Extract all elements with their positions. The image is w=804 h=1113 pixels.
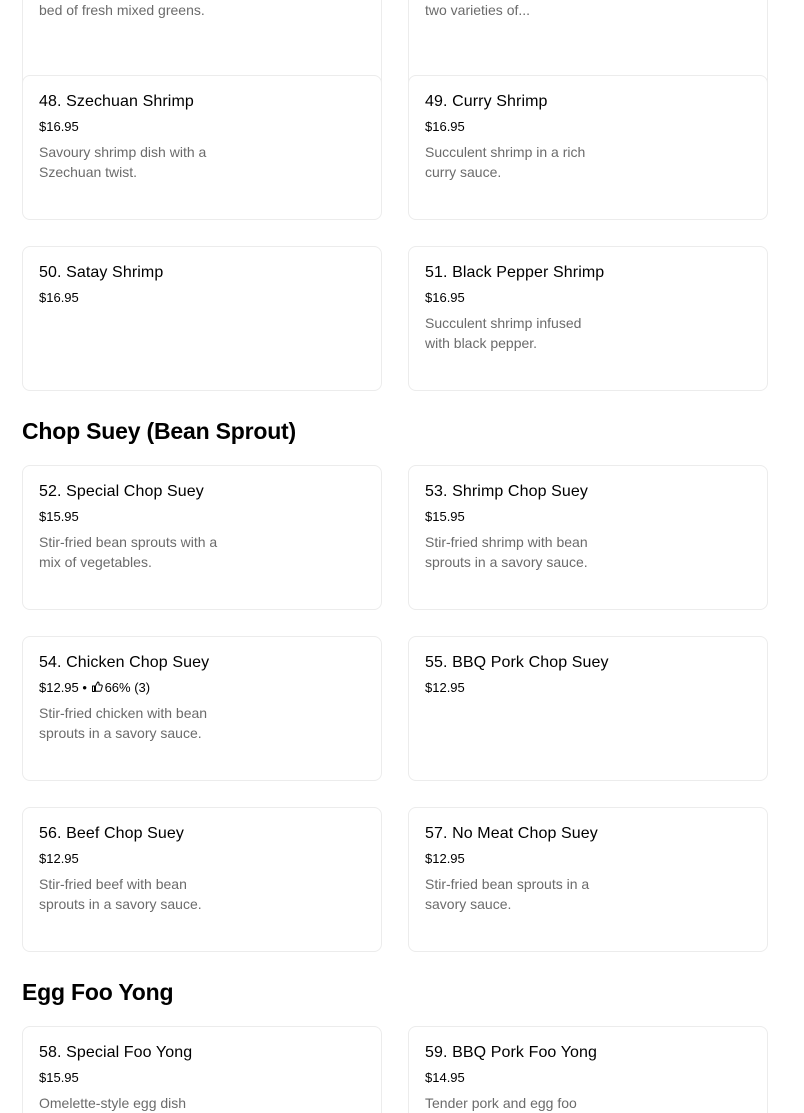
menu-item-name: 49. Curry Shrimp — [425, 93, 548, 110]
menu-item-description: Succulent shrimp in a rich curry sauce. — [425, 144, 586, 180]
menu-item-description: Succulent shrimp infused with black pepp… — [425, 315, 582, 351]
menu-item-description: Succulent shrimp served on a bed of fres… — [39, 2, 205, 18]
menu-item-card[interactable]: 54. Chicken Chop Suey $12.95 • 66% (3) S… — [22, 636, 382, 781]
section-heading-egg-foo-yong: Egg Foo Yong — [22, 979, 174, 1005]
menu-item-card[interactable]: 51. Black Pepper Shrimp $16.95 Succulent… — [408, 246, 768, 391]
menu-item-price: $16.95 — [39, 290, 79, 305]
menu-item-price-row: $12.95 • 66% (3) — [39, 680, 150, 696]
menu-item-description: Tender pork and egg foo — [425, 1095, 577, 1111]
menu-item-price: $12.95 — [39, 680, 79, 695]
menu-item-description: Stir-fried bean sprouts with a mix of ve… — [39, 534, 218, 570]
menu-item-card[interactable]: 55. BBQ Pork Chop Suey $12.95 — [408, 636, 768, 781]
menu-item-name: 50. Satay Shrimp — [39, 264, 164, 281]
menu-item-price: $14.95 — [425, 1070, 465, 1085]
menu-item-price: $15.95 — [39, 509, 79, 524]
menu-item-name: 51. Black Pepper Shrimp — [425, 264, 605, 281]
menu-item-price: $12.95 — [425, 680, 465, 695]
menu-item-card[interactable]: 56. Beef Chop Suey $12.95 Stir-fried bee… — [22, 807, 382, 952]
rating-value: 66% (3) — [104, 680, 151, 695]
separator-dot: • — [82, 680, 87, 695]
menu-item-card[interactable]: 49. Curry Shrimp $16.95 Succulent shrimp… — [408, 75, 768, 220]
menu-item-name: 48. Szechuan Shrimp — [39, 93, 194, 110]
menu-item-name: 52. Special Chop Suey — [39, 483, 204, 500]
menu-item-description: Stir-fried bean sprouts in a savory sauc… — [425, 876, 590, 912]
menu-item-description: Stir-fried chicken with bean sprouts in … — [39, 705, 208, 741]
menu-item-description: Omelette-style egg dish — [39, 1095, 187, 1111]
menu-item-name: 59. BBQ Pork Foo Yong — [425, 1044, 597, 1061]
menu-item-description: Stir-fried shrimp with bean sprouts in a… — [425, 534, 588, 570]
menu-item-description: Stir-fried beef with bean sprouts in a s… — [39, 876, 202, 912]
menu-item-price: $16.95 — [425, 119, 465, 134]
menu-item-card[interactable]: 58. Special Foo Yong $15.95 Omelette-sty… — [22, 1026, 382, 1113]
menu-item-description: Succulent shrimp paired with two varieti… — [425, 2, 531, 18]
menu-item-card[interactable]: 53. Shrimp Chop Suey $15.95 Stir-fried s… — [408, 465, 768, 610]
menu-item-name: 53. Shrimp Chop Suey — [425, 483, 588, 500]
menu-item-name: 54. Chicken Chop Suey — [39, 654, 210, 671]
menu-item-price: $16.95 — [425, 290, 465, 305]
menu-item-card[interactable]: 59. BBQ Pork Foo Yong $14.95 Tender pork… — [408, 1026, 768, 1113]
menu-item-card[interactable]: 48. Szechuan Shrimp $16.95 Savoury shrim… — [22, 75, 382, 220]
menu-item-price: $12.95 — [39, 851, 79, 866]
menu-item-price: $12.95 — [425, 851, 465, 866]
menu-item-name: 57. No Meat Chop Suey — [425, 825, 598, 842]
section-heading-chop-suey: Chop Suey (Bean Sprout) — [22, 418, 296, 444]
menu-item-card[interactable]: 52. Special Chop Suey $15.95 Stir-fried … — [22, 465, 382, 610]
menu-item-name: 55. BBQ Pork Chop Suey — [425, 654, 609, 671]
menu-item-card[interactable]: 50. Satay Shrimp $16.95 — [22, 246, 382, 391]
menu-item-name: 56. Beef Chop Suey — [39, 825, 185, 842]
thumbs-up-icon — [91, 681, 103, 692]
menu-item-price: $15.95 — [425, 509, 465, 524]
menu-item-price: $15.95 — [39, 1070, 79, 1085]
menu-item-name: 58. Special Foo Yong — [39, 1044, 193, 1061]
menu-item-description: Savoury shrimp dish with a Szechuan twis… — [39, 144, 207, 180]
menu-item-price: $16.95 — [39, 119, 79, 134]
menu-item-card[interactable]: 57. No Meat Chop Suey $12.95 Stir-fried … — [408, 807, 768, 952]
